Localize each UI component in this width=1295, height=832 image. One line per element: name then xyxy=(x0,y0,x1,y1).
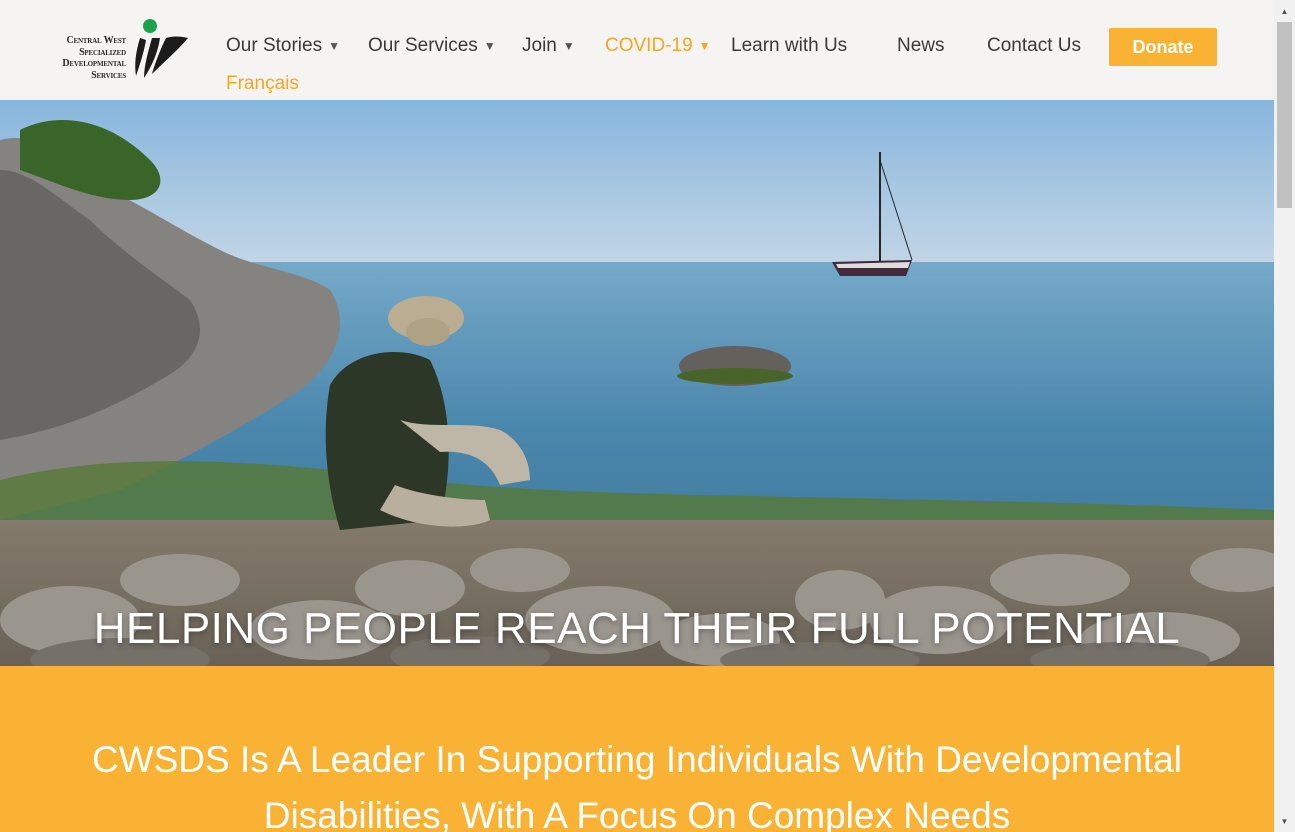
nav-news[interactable]: News xyxy=(897,35,945,57)
nav-label: Learn with Us xyxy=(731,35,848,56)
nav-label: Our Stories xyxy=(226,35,323,56)
logo-line: Specialized xyxy=(79,46,126,58)
scroll-down-arrow-icon[interactable]: ▼ xyxy=(1274,812,1295,830)
nav-label: Contact Us xyxy=(987,35,1081,56)
nav-our-stories[interactable]: Our Stories ▼ xyxy=(226,35,340,57)
page-scrollbar[interactable]: ▲ ▼ xyxy=(1274,0,1295,832)
nav-contact-us[interactable]: Contact Us xyxy=(987,35,1081,57)
nav-label: News xyxy=(897,35,945,56)
caret-down-icon: ▼ xyxy=(698,39,711,53)
donate-button[interactable]: Donate xyxy=(1109,28,1217,66)
logo-line: Central West xyxy=(66,35,126,46)
nav-our-services[interactable]: Our Services ▼ xyxy=(368,35,496,57)
logo-line: Developmental xyxy=(62,58,126,69)
scroll-up-arrow-icon[interactable]: ▲ xyxy=(1274,2,1295,20)
nav-covid-19[interactable]: COVID-19 ▼ xyxy=(605,35,711,57)
nav-learn-with-us[interactable]: Learn with Us xyxy=(731,35,847,57)
nav-label: COVID-19 xyxy=(605,35,693,56)
language-switch-link[interactable]: Français xyxy=(226,73,299,95)
page: Central West Specialized Developmental S… xyxy=(0,0,1274,832)
mission-statement: CWSDS Is A Leader In Supporting Individu… xyxy=(91,739,1182,832)
caret-down-icon: ▼ xyxy=(562,39,575,53)
nav-join[interactable]: Join ▼ xyxy=(522,35,575,57)
hero-banner: HELPING PEOPLE REACH THEIR FULL POTENTIA… xyxy=(0,100,1274,666)
logo-line: Services xyxy=(91,69,126,81)
scrollbar-thumb[interactable] xyxy=(1277,22,1292,208)
hero-title: HELPING PEOPLE REACH THEIR FULL POTENTIA… xyxy=(93,604,1181,653)
nav-label: Join xyxy=(522,35,557,56)
caret-down-icon: ▼ xyxy=(328,39,340,53)
caret-down-icon: ▼ xyxy=(483,39,496,53)
nav-label: Our Services xyxy=(368,35,478,56)
logo-figures-icon xyxy=(135,19,188,78)
mission-band: CWSDS Is A Leader In Supporting Individu… xyxy=(0,666,1274,832)
hero-lakeshore-image xyxy=(0,100,1274,666)
site-header: Central West Specialized Developmental S… xyxy=(0,0,1274,100)
cwsds-logo[interactable]: Central West Specialized Developmental S… xyxy=(36,16,196,86)
logo-wordmark: Central West Specialized Developmental S… xyxy=(36,35,126,81)
